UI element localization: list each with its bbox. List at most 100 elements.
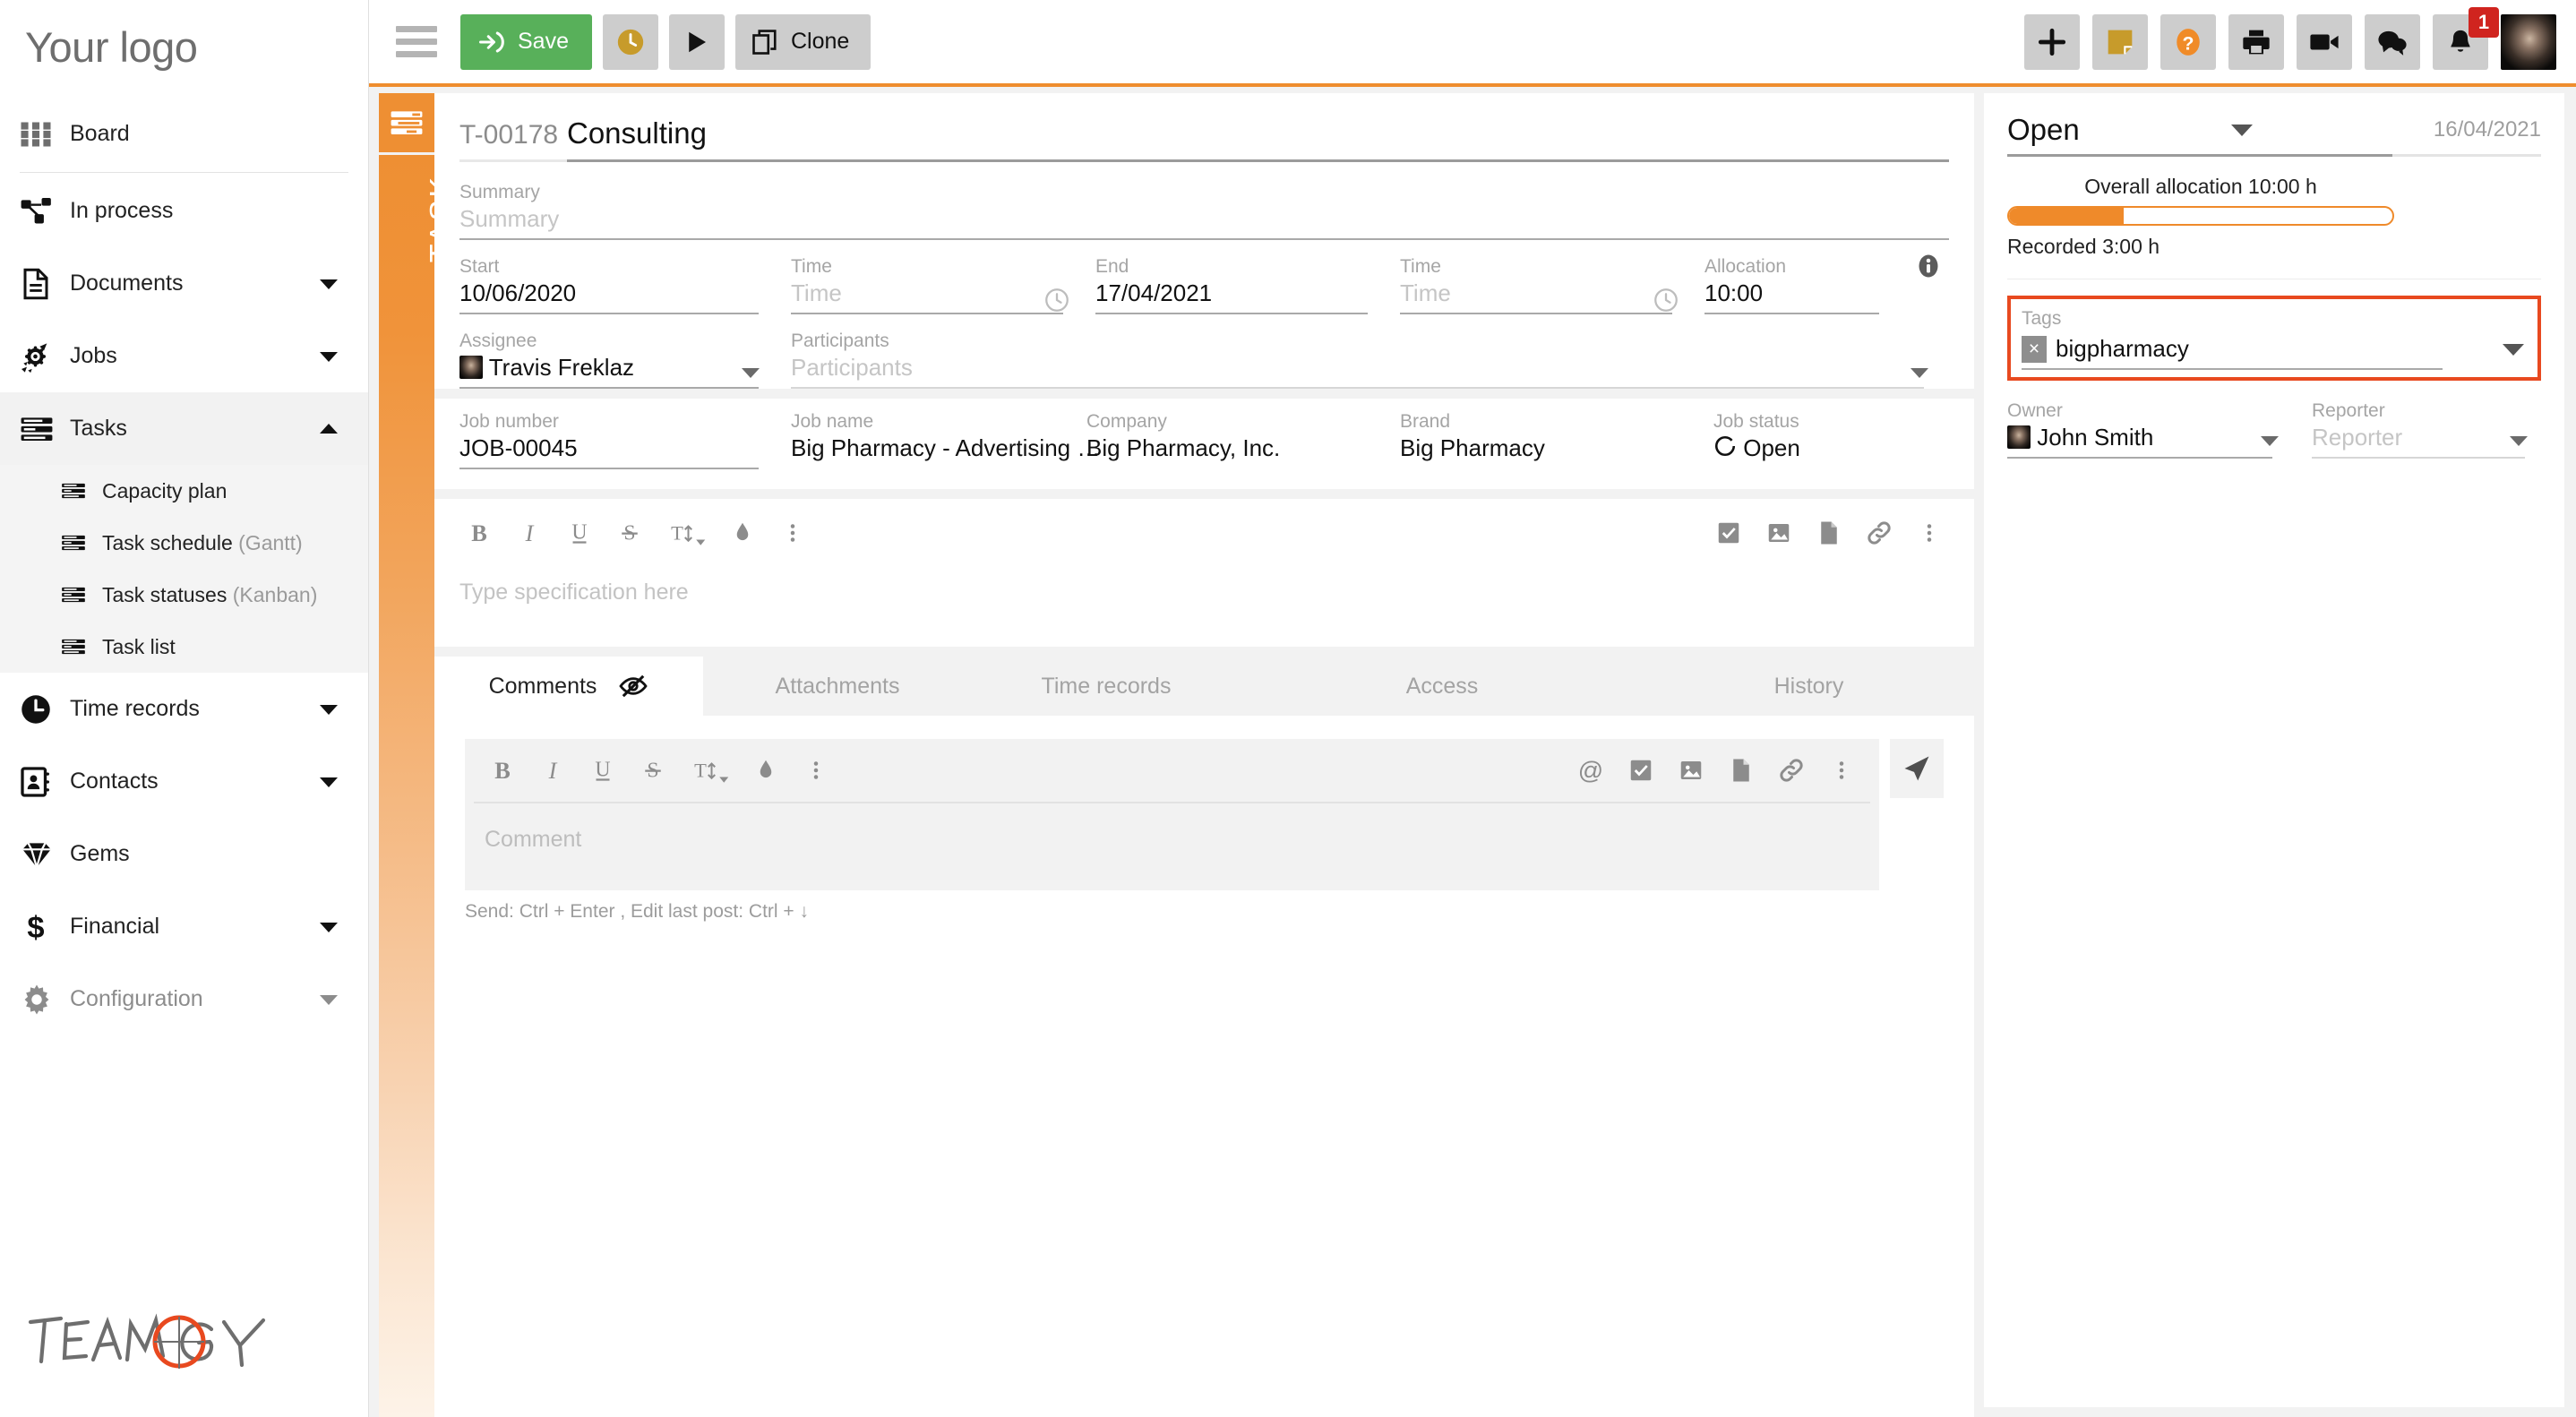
chevron-down-icon[interactable] <box>2230 123 2254 137</box>
more-icon[interactable] <box>768 508 818 558</box>
clock-icon[interactable] <box>1043 287 1070 313</box>
tab-comments[interactable]: Comments <box>434 657 703 716</box>
summary-field[interactable]: Summary Summary <box>434 162 1974 240</box>
status-value[interactable]: Open <box>2007 113 2080 147</box>
chevron-up-icon[interactable] <box>318 422 339 436</box>
font-size-icon[interactable]: T <box>678 745 741 795</box>
chevron-down-icon[interactable] <box>318 775 339 789</box>
sidebar-item-task-statuses[interactable]: Task statuses (Kanban) <box>0 569 368 621</box>
tags-field[interactable]: Tags × bigpharmacy <box>2007 296 2541 381</box>
job-status-field[interactable]: Job status Open <box>1713 411 1949 469</box>
print-icon[interactable] <box>2228 13 2284 70</box>
text-color-icon[interactable] <box>741 745 791 795</box>
reporter-input[interactable]: Reporter <box>2312 424 2525 451</box>
job-number-field[interactable]: Job number JOB-00045 <box>459 411 791 469</box>
file-icon[interactable] <box>1804 508 1854 558</box>
sidebar-item-financial[interactable]: $ Financial <box>0 890 368 963</box>
mention-icon[interactable]: @ <box>1566 745 1616 795</box>
specification-input[interactable]: Type specification here <box>434 567 1974 647</box>
summary-input[interactable]: Summary <box>459 205 1949 233</box>
italic-icon[interactable]: I <box>528 745 578 795</box>
sidebar-item-board[interactable]: Board <box>0 98 368 170</box>
chevron-down-icon[interactable] <box>2260 434 2280 447</box>
sidebar-item-task-schedule[interactable]: Task schedule (Gantt) <box>0 517 368 569</box>
chevron-down-icon[interactable] <box>318 349 339 364</box>
help-icon[interactable]: ? <box>2160 13 2216 70</box>
sidebar-item-task-list[interactable]: Task list <box>0 621 368 673</box>
chevron-down-icon[interactable] <box>2502 342 2525 356</box>
eye-off-icon[interactable] <box>618 674 648 699</box>
info-icon[interactable] <box>1915 253 1942 279</box>
brand-value[interactable]: Big Pharmacy <box>1400 434 1697 462</box>
timer-button[interactable] <box>602 13 658 70</box>
link-icon[interactable] <box>1766 745 1816 795</box>
checklist-icon[interactable] <box>1704 508 1754 558</box>
hamburger-icon[interactable] <box>396 21 437 63</box>
end-time-input[interactable]: Time <box>1400 279 1688 307</box>
underline-icon[interactable]: U <box>554 508 605 558</box>
allocation-field[interactable]: Allocation 10:00 <box>1704 253 1949 314</box>
sidebar-item-capacity-plan[interactable]: Capacity plan <box>0 465 368 517</box>
tab-access[interactable]: Access <box>1241 657 1644 716</box>
sidebar-item-tasks[interactable]: Tasks <box>0 392 368 465</box>
sidebar-item-jobs[interactable]: Jobs <box>0 320 368 392</box>
send-button[interactable] <box>1890 739 1944 798</box>
video-icon[interactable] <box>2297 13 2352 70</box>
text-color-icon[interactable] <box>717 508 768 558</box>
allocation-value[interactable]: 10:00 <box>1704 279 1933 307</box>
play-button[interactable] <box>668 13 725 70</box>
more-icon[interactable] <box>1816 745 1867 795</box>
chevron-down-icon[interactable] <box>318 702 339 717</box>
tab-time-records[interactable]: Time records <box>972 657 1241 716</box>
tab-attachments[interactable]: Attachments <box>703 657 972 716</box>
reporter-field[interactable]: Reporter Reporter <box>2312 400 2541 459</box>
chevron-down-icon[interactable] <box>318 992 339 1007</box>
sidebar-item-contacts[interactable]: Contacts <box>0 745 368 818</box>
end-time-field[interactable]: Time Time <box>1400 256 1704 314</box>
chevron-down-icon[interactable] <box>318 277 339 291</box>
start-time-input[interactable]: Time <box>791 279 1079 307</box>
italic-icon[interactable]: I <box>504 508 554 558</box>
link-icon[interactable] <box>1854 508 1904 558</box>
participants-field[interactable]: Participants Participants <box>791 331 1949 389</box>
bold-icon[interactable]: B <box>454 508 504 558</box>
bold-icon[interactable]: B <box>477 745 528 795</box>
add-icon[interactable] <box>2024 13 2080 70</box>
company-field[interactable]: Company Big Pharmacy, Inc. <box>1086 411 1400 469</box>
task-title[interactable]: Consulting <box>567 116 707 150</box>
font-size-icon[interactable]: T <box>655 508 717 558</box>
checklist-icon[interactable] <box>1616 745 1666 795</box>
end-value[interactable]: 17/04/2021 <box>1095 279 1384 307</box>
image-icon[interactable] <box>1754 508 1804 558</box>
company-value[interactable]: Big Pharmacy, Inc. <box>1086 434 1384 462</box>
owner-value[interactable]: John Smith <box>2007 424 2292 451</box>
strikethrough-icon[interactable]: S <box>628 745 678 795</box>
start-time-field[interactable]: Time Time <box>791 256 1095 314</box>
job-name-value[interactable]: Big Pharmacy - Advertising … <box>791 434 1100 462</box>
note-icon[interactable] <box>2092 13 2148 70</box>
chevron-down-icon[interactable] <box>318 920 339 934</box>
owner-field[interactable]: Owner John Smith <box>2007 400 2312 459</box>
start-date-field[interactable]: Start 10/06/2020 <box>459 256 791 314</box>
start-value[interactable]: 10/06/2020 <box>459 279 775 307</box>
chevron-down-icon[interactable] <box>741 366 760 379</box>
brand-field[interactable]: Brand Big Pharmacy <box>1400 411 1713 469</box>
end-date-field[interactable]: End 17/04/2021 <box>1095 256 1400 314</box>
participants-input[interactable]: Participants <box>791 354 1933 382</box>
job-name-field[interactable]: Job name Big Pharmacy - Advertising … <box>791 411 1100 469</box>
sidebar-item-configuration[interactable]: Configuration <box>0 963 368 1035</box>
user-avatar[interactable] <box>2501 13 2556 70</box>
underline-icon[interactable]: U <box>578 745 628 795</box>
assignee-field[interactable]: Assignee Travis Freklaz <box>459 331 791 389</box>
more-icon[interactable] <box>791 745 841 795</box>
comment-input[interactable]: Comment <box>465 803 1879 890</box>
chat-icon[interactable] <box>2365 13 2420 70</box>
bell-icon[interactable]: 1 <box>2433 6 2499 70</box>
image-icon[interactable] <box>1666 745 1716 795</box>
sidebar-item-documents[interactable]: Documents <box>0 247 368 320</box>
clone-button[interactable]: Clone <box>734 13 872 70</box>
sidebar-item-in-process[interactable]: In process <box>0 175 368 247</box>
sidebar-item-gems[interactable]: Gems <box>0 818 368 890</box>
comment-box[interactable]: B I U S T @ Comment <box>465 739 1879 890</box>
more-icon[interactable] <box>1904 508 1954 558</box>
